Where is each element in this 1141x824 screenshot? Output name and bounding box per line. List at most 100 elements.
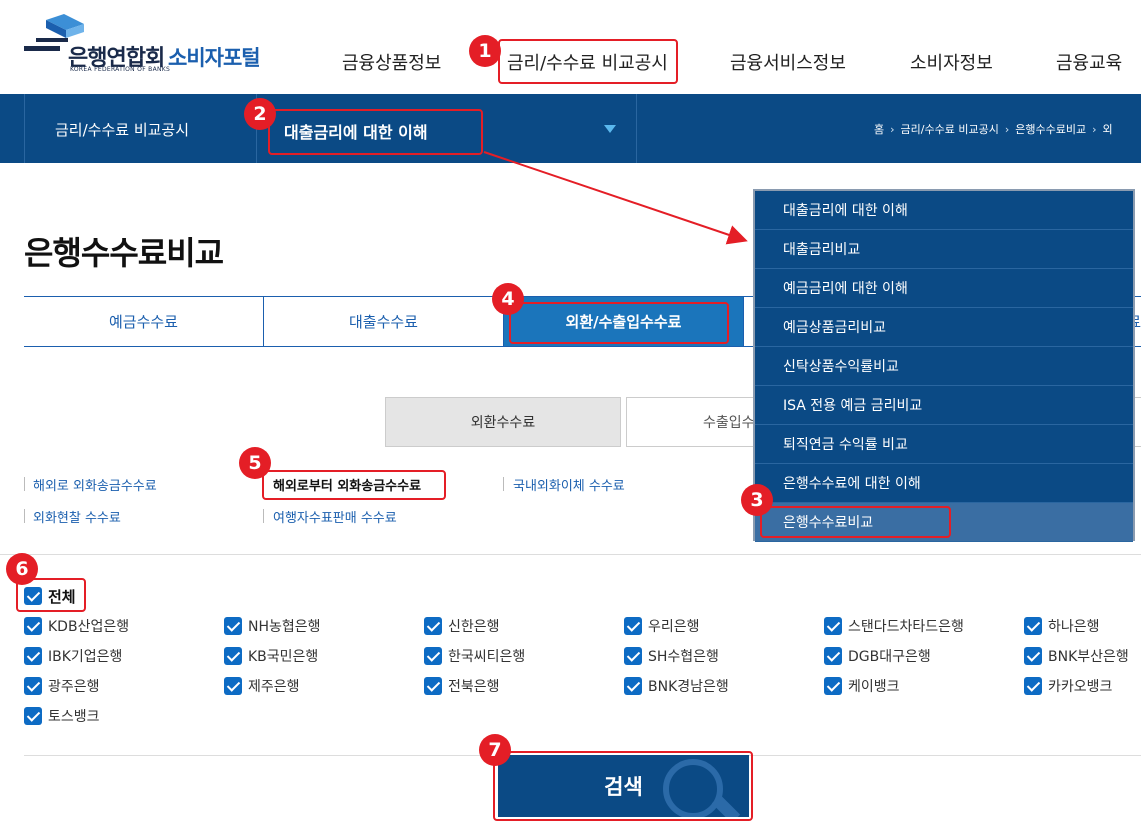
bank-checkbox-label: KDB산업은행 [48,619,130,635]
bank-checkbox-label: BNK부산은행 [1048,649,1129,665]
checkbox-checked-icon[interactable] [624,617,642,635]
bank-checkbox[interactable]: 토스뱅크 [24,706,100,726]
bank-checkbox[interactable]: DGB대구은행 [824,646,931,666]
portal-name: 소비자포털 [168,46,261,70]
checkbox-checked-icon[interactable] [424,617,442,635]
checkbox-checked-icon[interactable] [424,677,442,695]
logo[interactable]: 은행연합회 KOREA FEDERATION OF BANKS 소비자포털 [24,14,274,76]
checkbox-checked-icon[interactable] [1024,677,1042,695]
bank-checkbox-label: SH수협은행 [648,649,719,665]
bank-checkbox[interactable]: 하나은행 [1024,616,1100,636]
gnb-financial-education[interactable]: 금융교육 [1056,49,1122,75]
checkbox-checked-icon[interactable] [24,707,42,725]
bank-checkbox[interactable]: SH수협은행 [624,646,719,666]
checkbox-checked-icon[interactable] [224,677,242,695]
link-divider [24,477,25,491]
gnb-financial-services[interactable]: 금융서비스정보 [730,49,846,75]
dropdown-item[interactable]: 신탁상품수익률비교 [755,347,1133,386]
breadcrumb-item[interactable]: 금리/수수료 비교공시 [901,123,999,136]
bank-checkbox[interactable]: NH농협은행 [224,616,321,636]
dropdown-item[interactable]: 퇴직연금 수익률 비교 [755,425,1133,464]
bank-checkbox[interactable]: 케이뱅크 [824,676,900,696]
subtab-fx-fees[interactable]: 외환수수료 [385,397,621,447]
chevron-right-icon: › [1092,123,1097,136]
chevron-down-icon[interactable] [604,125,616,133]
checkbox-checked-icon[interactable] [224,647,242,665]
bank-checkbox[interactable]: 신한은행 [424,616,500,636]
checkbox-checked-icon[interactable] [224,617,242,635]
bank-checkbox[interactable]: 광주은행 [24,676,100,696]
checkbox-checked-icon[interactable] [824,677,842,695]
bank-checkbox[interactable]: KDB산업은행 [24,616,129,636]
page-title: 은행수수료비교 [24,234,224,272]
annotation-box-5 [262,470,446,500]
annotation-number-1: 1 [469,35,501,67]
bank-checkbox-label: 한국씨티은행 [448,649,526,665]
bank-checkbox[interactable]: 한국씨티은행 [424,646,525,666]
bank-checkbox[interactable]: 전북은행 [424,676,500,696]
bank-checkbox[interactable]: KB국민은행 [224,646,318,666]
bank-checkbox-label: DGB대구은행 [848,649,931,665]
checkbox-checked-icon[interactable] [24,647,42,665]
chevron-right-icon: › [1004,123,1010,136]
bank-checkbox-label: 신한은행 [448,619,500,635]
checkbox-checked-icon[interactable] [24,617,42,635]
link-divider [263,509,264,523]
bank-checkbox[interactable]: BNK부산은행 [1024,646,1129,666]
annotation-number-2: 2 [244,98,276,130]
checkbox-checked-icon[interactable] [624,647,642,665]
annotation-box-1 [498,39,678,84]
link-travelers-check[interactable]: 여행자수표판매 수수료 [273,507,397,526]
bank-checkbox[interactable]: 제주은행 [224,676,300,696]
dropdown-item[interactable]: 예금금리에 대한 이해 [755,269,1133,308]
bank-checkbox[interactable]: 스탠다드차타드은행 [824,616,964,636]
bank-checkbox[interactable]: 우리은행 [624,616,700,636]
link-outward-remittance[interactable]: 해외로 외화송금수수료 [33,475,157,494]
bank-checkbox-label: BNK경남은행 [648,679,729,695]
bank-checkbox-label: 토스뱅크 [48,709,100,725]
bank-checkbox-label: 케이뱅크 [848,679,900,695]
bank-checkbox-label: 전북은행 [448,679,500,695]
dropdown-item[interactable]: ISA 전용 예금 금리비교 [755,386,1133,425]
dropdown-item[interactable]: 대출금리에 대한 이해 [755,191,1133,230]
bank-checkbox-label: KB국민은행 [248,649,319,665]
bank-checkbox-label: IBK기업은행 [48,649,123,665]
bank-checkbox[interactable]: BNK경남은행 [624,676,729,696]
dropdown-item[interactable]: 예금상품금리비교 [755,308,1133,347]
bank-checkbox[interactable]: 카카오뱅크 [1024,676,1112,696]
subnav-title[interactable]: 금리/수수료 비교공시 [55,119,189,140]
bank-checkbox-label: NH농협은행 [248,619,321,635]
breadcrumb-home[interactable]: 홈 [874,123,884,136]
annotation-box-4 [509,302,729,344]
bank-checkbox[interactable]: IBK기업은행 [24,646,122,666]
checkbox-checked-icon[interactable] [824,647,842,665]
search-button-label: 검색 [604,775,643,799]
breadcrumb-item[interactable]: 외 [1102,123,1112,136]
bank-checkbox-label: 스탠다드차타드은행 [848,619,964,635]
checkbox-checked-icon[interactable] [24,677,42,695]
gnb-financial-products[interactable]: 금융상품정보 [342,49,441,75]
breadcrumb: 홈 › 금리/수수료 비교공시 › 은행수수료비교 › 외 [874,121,1119,137]
chevron-right-icon: › [890,123,895,136]
link-domestic-fx-transfer[interactable]: 국내외화이체 수수료 [513,475,625,494]
link-divider [24,509,25,523]
dropdown-item[interactable]: 대출금리비교 [755,230,1133,269]
checkbox-checked-icon[interactable] [824,617,842,635]
checkbox-checked-icon[interactable] [1024,647,1042,665]
link-fx-cash[interactable]: 외화현찰 수수료 [33,507,121,526]
checkbox-checked-icon[interactable] [424,647,442,665]
tab-deposit-fees[interactable]: 예금수수료 [24,297,264,346]
divider [0,554,1141,555]
subnav-dropdown: 대출금리에 대한 이해 대출금리비교 예금금리에 대한 이해 예금상품금리비교 신탁상품… [753,189,1135,542]
bank-checkbox-label: 제주은행 [248,679,300,695]
checkbox-checked-icon[interactable] [624,677,642,695]
sub-navigation: 금리/수수료 비교공시 대출금리에 대한 이해 홈 › 금리/수수료 비교공시 › 은행… [0,94,1141,163]
link-divider [503,477,504,491]
breadcrumb-item[interactable]: 은행수수료비교 [1015,123,1086,136]
tab-loan-fees[interactable]: 대출수수료 [264,297,504,346]
dropdown-item[interactable]: 은행수수료에 대한 이해 [755,464,1133,503]
checkbox-checked-icon[interactable] [1024,617,1042,635]
divider [636,94,637,163]
gnb-consumer-info[interactable]: 소비자정보 [910,49,993,75]
annotation-box-3 [760,506,951,538]
